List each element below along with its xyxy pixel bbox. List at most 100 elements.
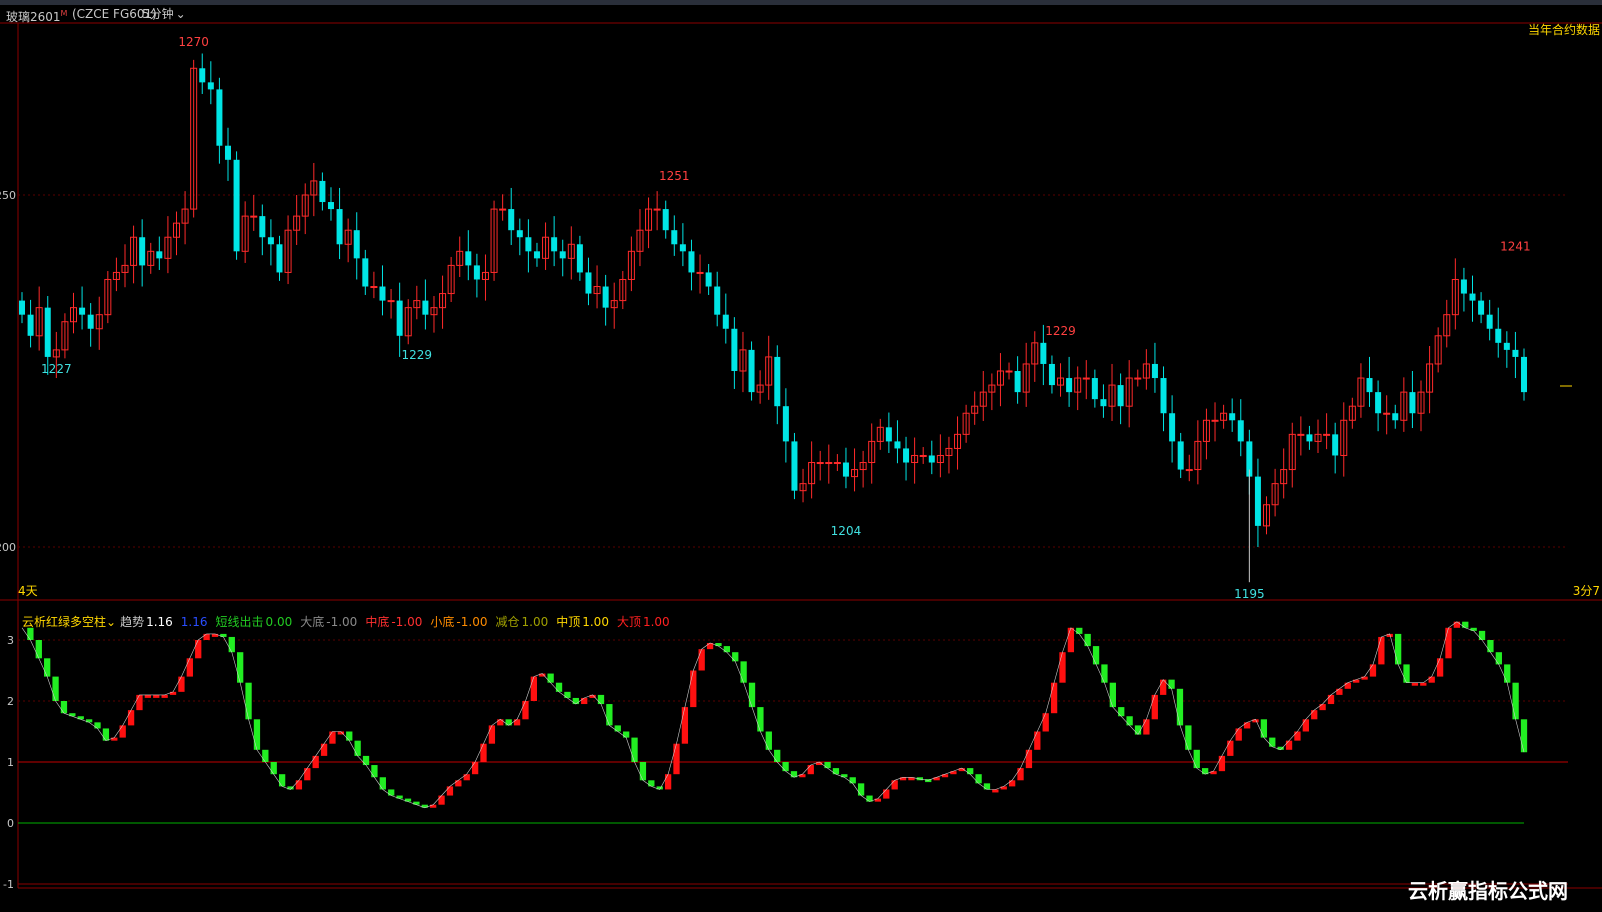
indicator-bar xyxy=(530,676,538,701)
indicator-bar xyxy=(1487,640,1494,653)
indicator-bar xyxy=(992,789,999,793)
candle-body xyxy=(1460,279,1467,294)
indicator-param-value: -1.00 xyxy=(391,615,423,629)
indicator-bar xyxy=(488,725,496,744)
indicator-bar xyxy=(119,725,126,738)
indicator-bar xyxy=(765,731,772,750)
indicator-param-value: 0.00 xyxy=(265,615,293,629)
indicator-bar xyxy=(597,694,605,705)
indicator-bar xyxy=(983,783,991,790)
indicator-param: 趋势 1.16 xyxy=(120,615,177,629)
indicator-bar xyxy=(346,731,353,741)
candle-body xyxy=(1211,419,1219,422)
indicator-tick-label: 0 xyxy=(7,817,14,830)
indicator-bar xyxy=(732,652,739,662)
candle-body xyxy=(362,258,369,287)
indicator-bar xyxy=(354,740,361,756)
extreme-price-label: 1241 xyxy=(1500,239,1531,253)
indicator-bar xyxy=(832,768,840,775)
indicator-bar xyxy=(1235,728,1242,741)
candle-body xyxy=(1237,420,1244,442)
indicator-bar xyxy=(1436,658,1444,677)
indicator-bar xyxy=(278,774,286,787)
watermark: 云析赢指标公式网 xyxy=(1408,879,1568,903)
extreme-price-label: 1229 xyxy=(402,348,433,362)
indicator-bar xyxy=(1302,719,1309,732)
indicator-param-label: 中底 xyxy=(365,615,390,629)
indicator-bar xyxy=(144,694,152,698)
extreme-price-label: 1227 xyxy=(41,362,72,376)
indicator-param-value: -1.00 xyxy=(456,615,488,629)
indicator-bar xyxy=(295,780,303,790)
candle-body xyxy=(216,89,223,146)
indicator-param: 短线出击 0.00 xyxy=(216,615,297,629)
indicator-bar xyxy=(975,774,982,784)
candle-body xyxy=(276,244,283,273)
candle-body xyxy=(885,427,892,442)
indicator-bar xyxy=(379,777,386,790)
indicator-bar xyxy=(1470,627,1477,631)
indicator-bar xyxy=(1000,786,1007,790)
indicator-bar xyxy=(245,682,252,720)
candle-body xyxy=(1323,433,1331,436)
price-tick-label: 1200 xyxy=(0,541,16,554)
candle-body xyxy=(585,272,592,294)
candle-body xyxy=(27,314,34,336)
candle-body xyxy=(1478,300,1485,315)
candle-body xyxy=(714,286,721,315)
candle-body xyxy=(576,244,583,273)
indicator-bar xyxy=(782,762,789,772)
indicator-bar xyxy=(262,749,269,762)
indicator-param: 中顶 1.00 xyxy=(556,615,613,629)
candle-body xyxy=(353,230,360,259)
indicator-bar xyxy=(1336,688,1343,695)
candle-body xyxy=(533,251,540,259)
indicator-param-label: 大顶 xyxy=(616,615,641,629)
indicator-param: 1.16 xyxy=(181,615,212,629)
indicator-bar xyxy=(480,743,487,762)
indicator-param: 小底 -1.00 xyxy=(430,615,491,629)
indicator-bar xyxy=(396,795,403,799)
candle-body xyxy=(774,356,781,407)
kline-chart[interactable]: 1250 1200 1227 1270 1229 1251 1204 1229 1195 1241… xyxy=(0,0,1602,912)
candle-body xyxy=(782,406,789,442)
indicator-bar xyxy=(1168,679,1175,689)
indicator-bar xyxy=(329,731,336,744)
candle-body xyxy=(1177,441,1184,470)
indicator-bar xyxy=(1218,755,1226,772)
candle-body xyxy=(508,209,515,231)
candle-body xyxy=(1486,314,1493,329)
candle-body xyxy=(696,271,704,274)
candle-body xyxy=(679,244,686,252)
candle-body xyxy=(1005,370,1013,373)
indicator-bar xyxy=(1311,710,1318,720)
indicator-bar xyxy=(664,774,672,790)
candle-body xyxy=(1160,378,1167,414)
indicator-bar xyxy=(1420,682,1427,686)
indicator-bar xyxy=(362,755,370,766)
candle-body xyxy=(791,441,798,491)
indicator-param-label: 减仓 xyxy=(495,615,520,629)
candle-body xyxy=(79,307,86,315)
indicator-bar xyxy=(1411,682,1419,686)
candle-body xyxy=(903,448,910,463)
indicator-bar xyxy=(690,670,697,708)
candle-body xyxy=(1469,293,1476,301)
indicator-bar xyxy=(1294,731,1301,741)
indicator-name[interactable]: 云析红绿多空柱⌄ xyxy=(22,615,116,629)
extreme-price-label: 1204 xyxy=(831,524,862,538)
candle-body xyxy=(894,441,901,449)
candle-body xyxy=(825,462,833,465)
indicator-bar xyxy=(967,768,974,775)
indicator-bar xyxy=(883,789,890,799)
indicator-bar xyxy=(522,701,529,720)
candle-body xyxy=(1254,476,1261,526)
candle-body xyxy=(662,209,669,231)
indicator-bar xyxy=(1327,694,1335,705)
indicator-bar xyxy=(1034,731,1041,750)
indicator-bar xyxy=(1453,621,1461,628)
indicator-bar xyxy=(35,640,42,659)
candle-body xyxy=(139,237,146,266)
indicator-bar xyxy=(698,649,705,671)
indicator-bar xyxy=(1378,636,1385,665)
